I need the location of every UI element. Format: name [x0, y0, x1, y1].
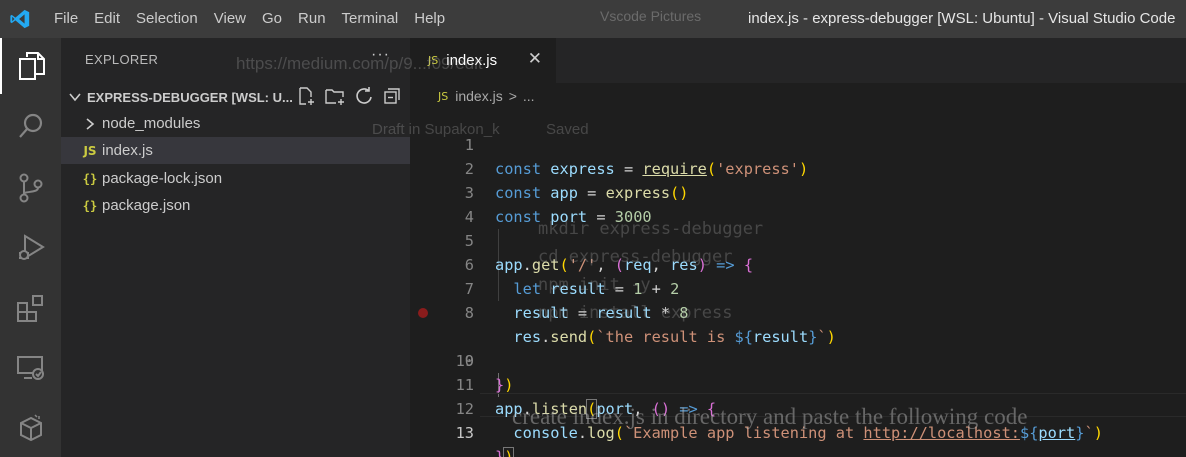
- breadcrumb-file[interactable]: index.js: [455, 88, 502, 104]
- code-line: 2 const app = express(): [410, 133, 1186, 202]
- code-line: 5 app.get('/', (req, res) => {: [410, 205, 1186, 274]
- code-line: 6 let result = 1 + 2: [410, 229, 1186, 298]
- collapse-all-icon[interactable]: [382, 86, 402, 111]
- source-control-icon[interactable]: [0, 160, 61, 216]
- menu-selection[interactable]: Selection: [128, 0, 206, 38]
- code-line: 11 app.listen(port, () => {: [410, 349, 1186, 419]
- code-line: 7 result = result * 8: [410, 253, 1186, 322]
- explorer-sidebar: EXPLORER ··· EXPRESS-DEBUGGER [WSL: U...…: [61, 38, 410, 457]
- tree-item-label: node_modules: [102, 115, 201, 132]
- menu-edit[interactable]: Edit: [86, 0, 128, 38]
- js-file-icon: JS: [438, 89, 449, 103]
- menu-file[interactable]: File: [40, 0, 86, 38]
- line-number: 13: [455, 424, 474, 442]
- tab-label: index.js: [446, 52, 498, 69]
- json-file-icon: {}: [82, 198, 98, 213]
- title-bar: File Edit Selection View Go Run Terminal…: [0, 0, 1186, 38]
- new-folder-icon[interactable]: [324, 86, 346, 111]
- menu-bar: File Edit Selection View Go Run Terminal…: [40, 0, 453, 38]
- window-title: index.js - express-debugger [WSL: Ubuntu…: [748, 10, 1176, 27]
- tree-item-label: index.js: [102, 142, 153, 159]
- breadcrumb-separator: >: [508, 88, 517, 104]
- code-line: 8 res.send(`the result is ${result}`): [410, 277, 1186, 346]
- code-text: }): [495, 445, 515, 457]
- breadcrumb-symbol[interactable]: ...: [523, 88, 535, 104]
- code-line: 9 }): [410, 301, 1186, 394]
- close-icon[interactable]: ✕: [528, 49, 542, 69]
- editor-tab-bar: JS index.js ✕: [410, 38, 1186, 83]
- new-file-icon[interactable]: [296, 86, 316, 111]
- js-file-icon: JS: [83, 143, 97, 158]
- menu-help[interactable]: Help: [406, 0, 453, 38]
- code-line: 4: [410, 181, 1186, 226]
- workspace-section-header[interactable]: EXPRESS-DEBUGGER [WSL: U...: [61, 84, 410, 110]
- menu-go[interactable]: Go: [254, 0, 290, 38]
- code-editor[interactable]: 1 const express = require('express') 2 c…: [410, 109, 1186, 457]
- code-line: 1 const express = require('express'): [410, 109, 1186, 178]
- code-line: 13 }): [410, 397, 1186, 457]
- code-line: 12 console.log(`Example app listening at…: [410, 373, 1186, 442]
- tree-item-label: package-lock.json: [102, 170, 223, 187]
- tree-item-node-modules[interactable]: node_modules: [61, 110, 410, 137]
- workspace-title: EXPRESS-DEBUGGER [WSL: U...: [87, 89, 293, 105]
- chevron-down-icon: [63, 90, 87, 104]
- tree-item-package-lock-json[interactable]: {} package-lock.json: [61, 165, 410, 192]
- menu-terminal[interactable]: Terminal: [334, 0, 407, 38]
- chevron-right-icon: [78, 117, 102, 131]
- test-icon[interactable]: [0, 400, 61, 456]
- json-file-icon: {}: [82, 171, 98, 186]
- menu-run[interactable]: Run: [290, 0, 334, 38]
- tree-item-label: package.json: [102, 197, 191, 214]
- vscode-logo-icon: [0, 0, 40, 38]
- more-actions-icon[interactable]: ···: [371, 46, 390, 64]
- breadcrumb: JS index.js > ...: [410, 83, 1186, 109]
- remote-explorer-icon[interactable]: [0, 340, 61, 396]
- tree-item-index-js[interactable]: JS index.js: [61, 137, 410, 164]
- menu-view[interactable]: View: [206, 0, 254, 38]
- extensions-icon[interactable]: [0, 280, 61, 336]
- code-text: console.log(`Example app listening at ht…: [513, 424, 1103, 442]
- activity-bar: [0, 38, 61, 457]
- ghost-browser-tab: Vscode Pictures: [600, 8, 702, 24]
- explorer-header: EXPLORER: [85, 52, 159, 67]
- tab-index-js[interactable]: JS index.js ✕: [410, 38, 556, 83]
- js-file-icon: JS: [428, 54, 439, 67]
- code-line: 3 const port = 3000: [410, 157, 1186, 226]
- code-line: 10: [410, 325, 1186, 370]
- explorer-actions: [296, 86, 402, 111]
- explorer-icon[interactable]: [0, 38, 61, 94]
- breakpoint-icon[interactable]: [418, 308, 428, 318]
- refresh-icon[interactable]: [354, 86, 374, 111]
- search-icon[interactable]: [0, 98, 61, 154]
- run-debug-icon[interactable]: [0, 220, 61, 276]
- tree-item-package-json[interactable]: {} package.json: [61, 192, 410, 219]
